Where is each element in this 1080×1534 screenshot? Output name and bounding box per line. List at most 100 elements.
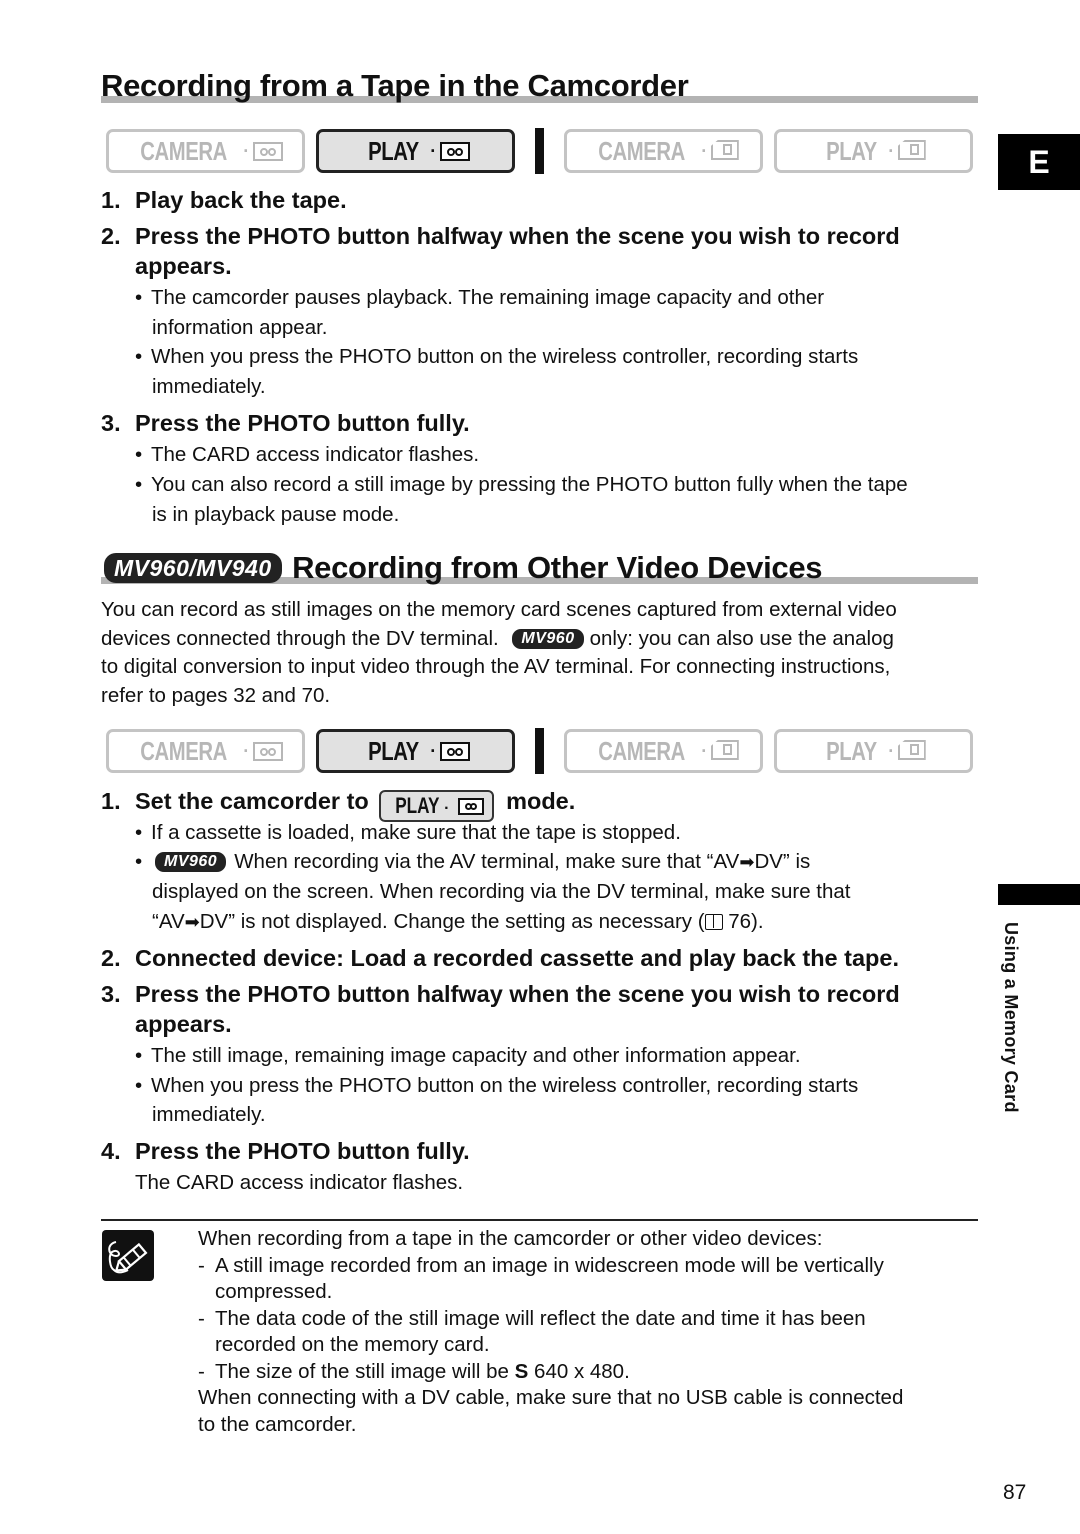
s1-step-3: 3. Press the PHOTO button fully.: [101, 408, 470, 438]
s1-step-1: 1. Play back the tape.: [101, 185, 347, 215]
s1-step-2-cont: appears.: [135, 253, 232, 279]
mode-camera-tape: CAMERA ·: [106, 729, 305, 773]
s2-step3-bullet-2: • When you press the PHOTO button on the …: [135, 1071, 858, 1101]
step-text: Press the PHOTO button fully.: [135, 1138, 470, 1164]
intro-line: to digital conversion to input video thr…: [101, 655, 891, 678]
step-number: 4.: [101, 1138, 121, 1164]
bullet-mark: •: [135, 443, 143, 466]
step-number: 1.: [101, 788, 121, 814]
chapter-label: Using a Memory Card: [1001, 922, 1021, 1113]
bullet-text: DV” is: [754, 850, 811, 873]
mode-play-card: PLAY ·: [774, 729, 973, 773]
chapter-tab-bar: [998, 884, 1080, 905]
note-outro: to the camcorder.: [198, 1412, 357, 1436]
bullet-text: The camcorder pauses playback. The remai…: [151, 286, 825, 309]
bullet-mark: •: [135, 821, 143, 844]
intro-text: devices connected through the DV termina…: [101, 626, 499, 650]
tape-icon: [439, 741, 470, 761]
mode-label: CAMERA: [140, 735, 228, 766]
mode-dot: ·: [243, 740, 249, 761]
model-tag-mv960: MV960: [512, 628, 584, 649]
section1-mode-bar: CAMERA · PLAY · CAMERA · PLAY ·: [106, 128, 973, 174]
mode-dot: ·: [888, 740, 894, 761]
step-text: Set the camcorder to: [135, 788, 369, 814]
step-text: Press the PHOTO button halfway when the …: [135, 223, 900, 249]
s1-step2-bullet-2: • When you press the PHOTO button on the …: [135, 342, 858, 372]
note-pencil-icon: [102, 1230, 154, 1281]
mode-separator: [535, 728, 544, 774]
s2-step3-bullet-2-cont: immediately.: [152, 1103, 266, 1126]
memory-card-icon: [898, 740, 928, 762]
dash-mark: -: [198, 1306, 205, 1330]
note-intro: When recording from a tape in the camcor…: [198, 1227, 823, 1250]
section1-title: Recording from a Tape in the Camcorder: [101, 68, 689, 103]
s1-step-2: 2. Press the PHOTO button halfway when th…: [101, 221, 900, 251]
mode-play-card: PLAY ·: [774, 129, 973, 173]
bullet-text: The still image, remaining image capacit…: [151, 1044, 801, 1067]
intro-line: refer to pages 32 and 70.: [101, 683, 331, 707]
s2-step1-bullet-2-cont: displayed on the screen. When recording …: [152, 880, 851, 903]
mode-dot: ·: [243, 140, 249, 161]
note-item-cont: compressed.: [215, 1280, 333, 1303]
mode-label: PLAY: [368, 735, 420, 766]
mode-dot: ·: [888, 140, 894, 161]
note-item-text: The data code of the still image will re…: [215, 1306, 866, 1330]
mode-label: PLAY: [826, 135, 878, 166]
mode-play-tape: PLAY ·: [316, 729, 515, 773]
mode-label: PLAY: [395, 793, 440, 818]
mode-camera-card: CAMERA ·: [564, 729, 763, 773]
step-text: Connected device: Load a recorded casset…: [135, 945, 900, 971]
section2-heading: MV960/MV940 Recording from Other Video D…: [104, 550, 823, 586]
bullet-mark: •: [135, 286, 143, 309]
step-text: mode.: [506, 788, 576, 814]
s2-step-4: 4. Press the PHOTO button fully.: [101, 1136, 470, 1166]
bullet-mark: •: [135, 1074, 143, 1097]
s2-step1-bullet-2-cont2: “AV➡DV” is not displayed. Change the set…: [152, 907, 764, 937]
s2-step1-bullet-2: • MV960 When recording via the AV terminal…: [135, 847, 810, 877]
s1-step3-bullet-1: • The CARD access indicator flashes.: [135, 440, 479, 470]
note-item: -A still image recorded from an image in…: [198, 1253, 988, 1280]
mode-label: CAMERA: [598, 735, 686, 766]
mode-label: PLAY: [826, 735, 878, 766]
size-s-symbol: S: [514, 1359, 529, 1383]
note-item: - The size of the still image will be S 6…: [198, 1359, 988, 1386]
s1-step2-bullet-1: • The camcorder pauses playback. The rema…: [135, 283, 824, 313]
note-body: When recording from a tape in the camcor…: [198, 1226, 988, 1438]
intro-line: devices connected through the DV termina…: [101, 625, 981, 654]
mode-camera-card: CAMERA ·: [564, 129, 763, 173]
arrow-icon: ➡: [184, 912, 200, 932]
section2-mode-bar: CAMERA · PLAY · CAMERA · PLAY ·: [106, 728, 973, 774]
memory-card-icon: [898, 140, 928, 162]
memory-card-icon: [711, 140, 741, 162]
mode-dot: ·: [430, 740, 436, 761]
intro-text: only: you can also use the analog: [589, 626, 894, 650]
mode-play-tape: PLAY ·: [316, 129, 515, 173]
bullet-text: If a cassette is loaded, make sure that …: [151, 821, 681, 844]
bullet-text: 76).: [722, 910, 764, 933]
mode-label: PLAY: [368, 135, 420, 166]
s2-step-1: 1. Set the camcorder to PLAY · mode.: [101, 786, 575, 822]
bullet-text: You can also record a still image by pre…: [151, 473, 908, 496]
step-number: 2.: [101, 223, 121, 249]
mode-label: CAMERA: [140, 135, 228, 166]
tape-icon: [457, 798, 484, 815]
step-number: 2.: [101, 945, 121, 971]
s2-step3-bullet-1: • The still image, remaining image capaci…: [135, 1041, 801, 1071]
bullet-text: “AV: [152, 910, 185, 933]
bullet-mark: •: [135, 1044, 143, 1067]
mode-dot: ·: [701, 140, 707, 161]
s1-step3-bullet-2-cont: is in playback pause mode.: [152, 503, 400, 526]
s2-step-2: 2. Connected device: Load a recorded cass…: [101, 943, 899, 973]
tape-icon: [252, 141, 283, 161]
mode-separator: [535, 128, 544, 174]
bullet-text: When you press the PHOTO button on the w…: [151, 345, 859, 368]
bullet-text: DV” is not displayed. Change the setting…: [199, 910, 705, 933]
bullet-mark: •: [135, 850, 143, 873]
memory-card-icon: [711, 740, 741, 762]
s2-step4-sub: The CARD access indicator flashes.: [135, 1171, 464, 1194]
s2-step-3-cont: appears.: [135, 1011, 232, 1037]
note-item-cont: recorded on the memory card.: [215, 1333, 490, 1356]
note-outro: When connecting with a DV cable, make su…: [198, 1386, 904, 1409]
book-reference-icon: [704, 914, 723, 930]
s1-step2-bullet-2-cont: immediately.: [152, 375, 266, 398]
